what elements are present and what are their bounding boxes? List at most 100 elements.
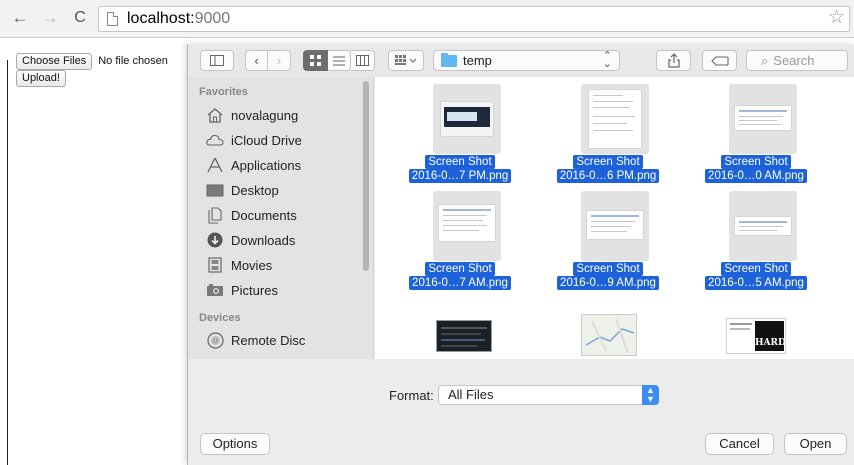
folder-icon <box>441 53 457 67</box>
column-view-icon[interactable] <box>351 50 375 71</box>
sidebar-item-label: Downloads <box>231 232 296 248</box>
search-input[interactable]: ⌕ Search <box>746 50 848 71</box>
cancel-button[interactable]: Cancel <box>705 433 774 455</box>
applications-icon <box>206 156 224 174</box>
address-bar[interactable]: localhost:9000 ☆ <box>98 6 850 32</box>
devices-heading: Devices <box>199 312 241 324</box>
file-item[interactable]: Screen Shot 2016-0…0 AM.png <box>696 84 816 189</box>
file-name-line1: Screen Shot <box>573 155 643 169</box>
favorites-heading: Favorites <box>199 86 248 98</box>
url-host: localhost: <box>127 10 195 27</box>
file-name: Screen Shot 2016-0…0 AM.png <box>696 155 816 183</box>
forward-arrow-icon[interactable]: → <box>40 8 60 28</box>
sidebar-item-desktop[interactable]: Desktop <box>206 179 279 201</box>
file-item[interactable]: Screen Shot 2016-0…6 PM.png <box>548 84 668 189</box>
format-label: Format: <box>389 388 434 403</box>
dialog-toolbar: ‹ › temp ⌃ ⌄ ⌕ Search <box>188 44 854 77</box>
desktop-icon <box>206 181 224 199</box>
file-name-line2: 2016-0…7 AM.png <box>409 276 511 290</box>
folder-name: temp <box>463 53 492 68</box>
arrange-icon[interactable] <box>388 50 424 71</box>
tag-icon[interactable] <box>702 50 737 71</box>
file-name-line2: 2016-0…0 AM.png <box>705 169 807 183</box>
sidebar-item-label: Documents <box>231 207 297 223</box>
open-button[interactable]: Open <box>784 433 847 455</box>
file-name-line1: Screen Shot <box>573 262 643 276</box>
sidebar-item-icloud[interactable]: iCloud Drive <box>206 129 302 151</box>
sidebar-item-remote-disc[interactable]: Remote Disc <box>206 329 305 351</box>
upload-button[interactable]: Upload! <box>16 70 66 87</box>
sidebar-item-documents[interactable]: Documents <box>206 204 297 226</box>
sidebar-item-downloads[interactable]: Downloads <box>206 229 295 251</box>
file-item[interactable]: HARD <box>696 312 816 359</box>
browser-toolbar: ← → C localhost:9000 ☆ <box>0 0 854 38</box>
choose-files-button[interactable]: Choose Files <box>16 52 93 70</box>
bookmark-star-icon[interactable]: ☆ <box>828 8 845 28</box>
dialog-sidebar: Favorites novalagung iCloud Drive Applic… <box>188 77 374 359</box>
search-icon: ⌕ <box>761 53 769 68</box>
file-name: Screen Shot 2016-0…6 PM.png <box>548 155 668 183</box>
share-icon[interactable] <box>656 50 691 71</box>
home-icon <box>206 106 224 124</box>
screenshot-thumbnail <box>433 191 501 261</box>
sidebar-item-label: novalagung <box>231 107 299 123</box>
hard-document-thumbnail: HARD <box>726 318 786 354</box>
page-icon <box>107 12 118 26</box>
format-select[interactable]: All Files ▲ ▼ <box>438 385 659 405</box>
open-file-dialog: ‹ › temp ⌃ ⌄ ⌕ Search Favorites novalagu… <box>187 44 854 465</box>
screenshot-thumbnail <box>433 84 501 154</box>
file-name: Screen Shot 2016-0…9 AM.png <box>548 262 668 290</box>
sidebar-item-label: Applications <box>231 157 302 173</box>
file-name-line1: Screen Shot <box>425 155 495 169</box>
sidebar-item-pictures[interactable]: Pictures <box>206 279 278 301</box>
file-name: Screen Shot 2016-0…7 PM.png <box>400 155 520 183</box>
file-item[interactable] <box>400 312 520 359</box>
file-item[interactable]: Screen Shot 2016-0…5 AM.png <box>696 191 816 296</box>
sidebar-item-label: Remote Disc <box>231 332 306 348</box>
sidebar-scrollbar[interactable] <box>363 81 369 271</box>
file-name-line2: 2016-0…6 PM.png <box>556 169 660 183</box>
list-view-icon[interactable] <box>328 50 351 71</box>
back-arrow-icon[interactable]: ← <box>10 8 30 28</box>
cloud-icon <box>206 131 224 149</box>
sidebar-item-label: Desktop <box>231 182 279 198</box>
file-name-line1: Screen Shot <box>425 262 495 276</box>
screenshot-thumbnail <box>729 191 797 261</box>
sidebar-toggle-icon[interactable] <box>200 50 234 71</box>
file-item[interactable]: Screen Shot 2016-0…7 PM.png <box>400 84 520 189</box>
url-text[interactable]: localhost:9000 <box>127 10 230 28</box>
file-input-row: Choose Files No file chosen <box>16 52 168 70</box>
sidebar-item-label: Movies <box>231 257 273 273</box>
icon-view-icon[interactable] <box>303 50 328 71</box>
dark-screenshot-thumbnail <box>436 320 492 352</box>
downloads-icon <box>206 231 224 249</box>
updown-stepper-icon: ▲ ▼ <box>642 385 659 405</box>
folder-select[interactable]: temp ⌃ ⌄ <box>433 50 620 71</box>
sidebar-item-home[interactable]: novalagung <box>206 104 298 126</box>
screenshot-thumbnail <box>729 84 797 154</box>
reload-icon[interactable]: C <box>70 8 90 28</box>
dialog-footer: Options Cancel Open <box>188 429 854 465</box>
file-grid: Screen Shot 2016-0…7 PM.png Screen Shot … <box>375 77 854 359</box>
page-divider <box>7 60 8 465</box>
documents-icon <box>206 206 224 224</box>
file-item[interactable]: Screen Shot 2016-0…9 AM.png <box>548 191 668 296</box>
file-item[interactable]: Screen Shot 2016-0…7 AM.png <box>400 191 520 296</box>
url-port: 9000 <box>194 10 231 27</box>
screenshot-thumbnail <box>581 84 649 154</box>
sidebar-item-applications[interactable]: Applications <box>206 154 301 176</box>
sidebar-item-movies[interactable]: Movies <box>206 254 272 276</box>
sidebar-item-label: Pictures <box>231 282 278 298</box>
back-icon[interactable]: ‹ <box>245 50 268 71</box>
file-name: Screen Shot 2016-0…7 AM.png <box>400 262 520 290</box>
updown-chevron-icon: ⌃ ⌄ <box>602 50 612 70</box>
options-button[interactable]: Options <box>200 433 270 455</box>
forward-icon[interactable]: › <box>268 50 291 71</box>
screenshot-thumbnail <box>581 191 649 261</box>
search-placeholder: Search <box>773 53 815 68</box>
file-item[interactable] <box>548 312 668 359</box>
disc-icon <box>206 331 224 349</box>
file-name: Screen Shot 2016-0…5 AM.png <box>696 262 816 290</box>
sidebar-item-label: iCloud Drive <box>231 132 302 148</box>
file-name-line2: 2016-0…5 AM.png <box>705 276 807 290</box>
